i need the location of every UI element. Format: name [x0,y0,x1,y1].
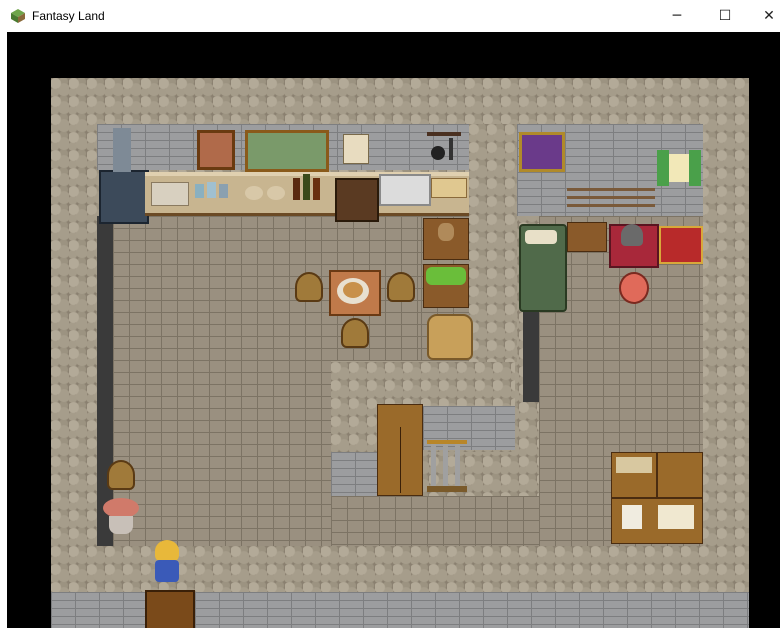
weapon-rack-icon[interactable] [425,434,469,494]
title-bar: Fantasy Land ─ ☐ ✕ [0,0,780,32]
window-curtains [657,150,701,190]
stool-hall[interactable] [107,460,135,490]
oven[interactable] [335,178,379,222]
jars[interactable] [193,178,233,202]
divider-wall [469,124,517,362]
sink-icon[interactable] [379,174,431,206]
stove-pipe [113,128,131,172]
weapon-wall-rack[interactable] [567,182,655,212]
drawer-cabinet[interactable] [657,452,703,498]
door-icon[interactable] [145,590,195,628]
main-hall-floor [113,216,331,546]
flower-pot-icon[interactable] [99,498,143,538]
stool-icon[interactable] [295,272,323,302]
game-viewport[interactable] [7,32,780,628]
bottles[interactable] [291,174,331,200]
grain-sack[interactable] [427,314,473,360]
cushion-stool[interactable] [619,272,649,304]
close-button[interactable]: ✕ [746,0,780,32]
window-title: Fantasy Land [32,9,105,23]
portrait-painting[interactable] [519,132,565,172]
crate-jar[interactable] [423,218,469,260]
hanging-pans [427,132,461,162]
game-app-icon [11,9,25,23]
stool-right[interactable] [387,272,415,302]
minimize-button[interactable]: ─ [654,0,700,32]
maximize-button[interactable]: ☐ [702,0,748,32]
bed-icon[interactable] [519,224,567,312]
helmet-icon [621,224,643,246]
helmet-stand[interactable] [609,224,659,268]
bread[interactable] [245,182,287,202]
inner-brick-left [331,452,377,496]
stove-icon[interactable] [99,170,149,224]
notice-paper[interactable] [343,134,369,164]
vegetables-board[interactable] [431,178,467,198]
table-icon[interactable] [329,270,381,316]
cutting-board[interactable] [151,182,189,206]
wardrobe-icon[interactable] [377,404,423,496]
low-cabinet[interactable] [567,222,607,252]
left-shadow [97,216,113,546]
player-character[interactable] [151,540,183,586]
painting-icon[interactable] [197,130,235,170]
stool-bottom[interactable] [341,318,369,348]
chest-icon[interactable] [659,226,703,264]
bookshelf-icon[interactable] [611,452,657,498]
study-desk[interactable] [611,498,703,544]
landscape-painting[interactable] [245,130,329,172]
crate-apples[interactable] [423,264,469,308]
